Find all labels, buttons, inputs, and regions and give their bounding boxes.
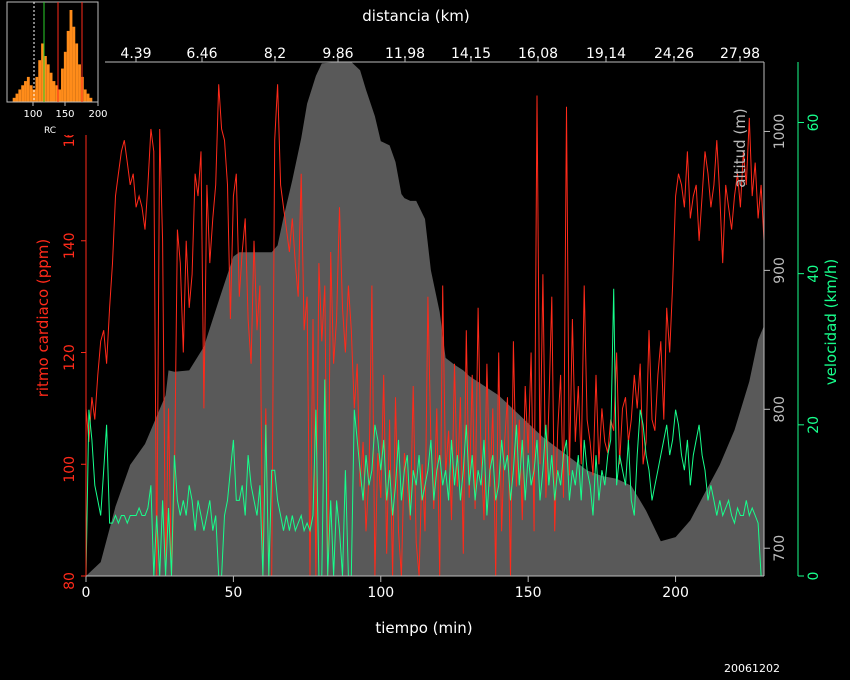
top-tick-label: 14.15 [451, 46, 491, 62]
hr-tick-label: 120 [62, 344, 78, 371]
x-tick-label: 150 [515, 585, 542, 601]
inset-bar [38, 60, 42, 102]
inset-bar [26, 76, 30, 102]
altitude-tick-label: 800 [772, 396, 788, 423]
top-tick-label: 4.39 [120, 46, 151, 62]
inset-bar [18, 89, 22, 102]
hr-tick-label: 80 [62, 572, 78, 590]
hr-tick-label: 140 [62, 232, 78, 259]
top-tick-label: 9.86 [322, 46, 353, 62]
altitude-axis-title: altitud (m) [731, 108, 749, 187]
inset-bar [52, 81, 56, 102]
inset-bar [49, 72, 53, 102]
heart-rate-chart: 0 50 100 150 200tiempo (min)4.39 6.46 8.2 9.86 1… [0, 0, 850, 680]
inset-bar [89, 97, 93, 102]
top-tick-label: 16.08 [518, 46, 558, 62]
x-tick-label: 200 [662, 585, 689, 601]
velocity-tick-label: 60 [806, 114, 822, 132]
inset-tick-label: 100 [23, 109, 42, 120]
top-tick-label: 8.2 [264, 46, 286, 62]
inset-bar [24, 81, 27, 102]
top-tick-label: 6.46 [186, 46, 217, 62]
x-tick-label: 50 [224, 585, 242, 601]
hr-tick-label: 100 [62, 456, 78, 483]
top-tick-label: 19.14 [586, 46, 626, 62]
inset-bar [69, 10, 73, 102]
inset-bar [72, 26, 76, 102]
inset-bar [46, 64, 50, 102]
top-axis-title: distancia (km) [362, 7, 469, 25]
footer-date: 20061202 [724, 662, 780, 675]
inset-bar [63, 51, 67, 102]
inset-axis-label: RC [44, 126, 56, 136]
altitude-tick-label: 900 [772, 257, 788, 284]
inset-bar [66, 30, 70, 103]
inset-bar [86, 93, 90, 102]
top-tick-label: 27.98 [720, 46, 760, 62]
x-tick-label: 0 [82, 585, 91, 601]
velocity-tick-label: 40 [806, 265, 822, 283]
altitude-tick-label: 1000 [772, 114, 788, 150]
velocity-tick-label: 20 [806, 416, 822, 434]
inset-bar [12, 97, 16, 102]
top-tick-label: 11.98 [385, 46, 425, 62]
inset-tick-label: 200 [88, 109, 107, 120]
inset-bar [75, 43, 79, 102]
velocity-axis-title: velocidad (km/h) [822, 259, 840, 385]
inset-tick-label: 150 [55, 109, 74, 120]
inset-bar [61, 68, 64, 102]
inset-bar [21, 85, 25, 102]
inset-bar [58, 89, 62, 102]
inset-bar [83, 89, 87, 102]
velocity-tick-label: 0 [806, 572, 822, 581]
inset-bar [35, 76, 39, 102]
inset-bar [29, 85, 33, 102]
top-tick-label: 24.26 [654, 46, 694, 62]
x-axis-title: tiempo (min) [375, 619, 472, 637]
hr-axis-title: ritmo cardiaco (ppm) [34, 239, 52, 398]
inset-bar [15, 93, 19, 102]
x-tick-label: 100 [367, 585, 394, 601]
inset-bar [78, 64, 81, 102]
altitude-tick-label: 700 [772, 535, 788, 562]
